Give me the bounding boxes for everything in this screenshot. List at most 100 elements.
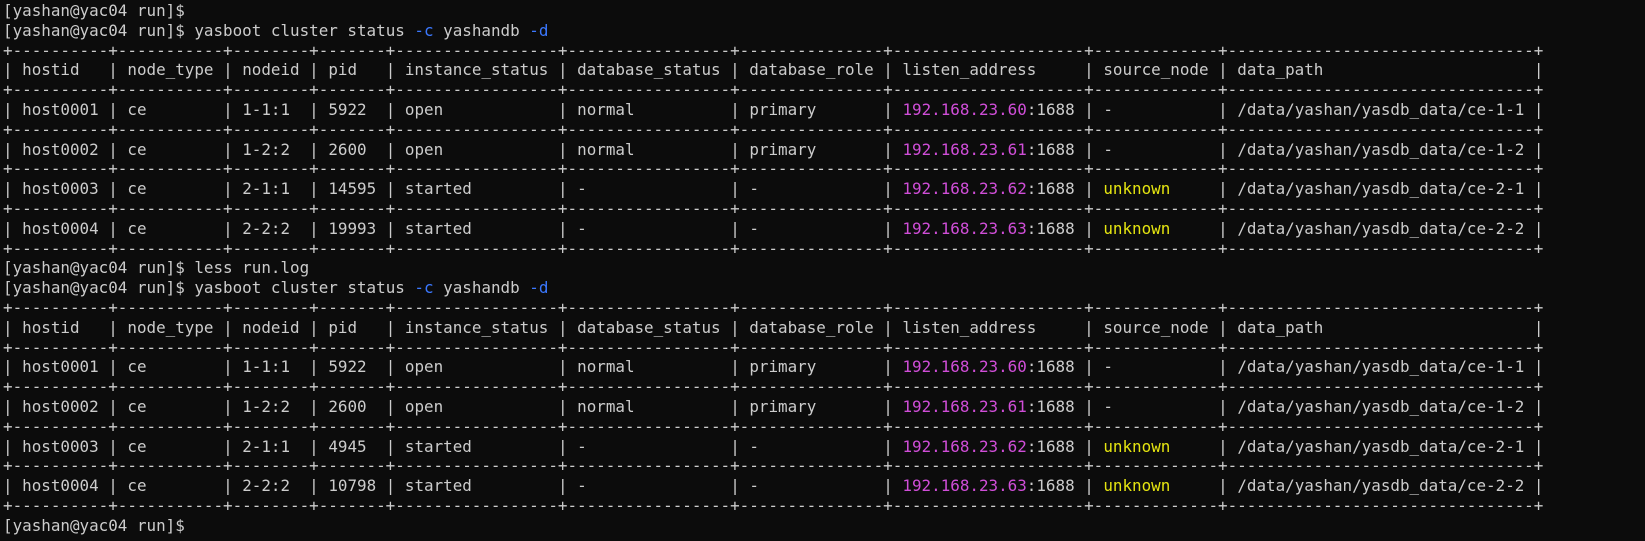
cell-database-role: - bbox=[749, 476, 759, 496]
cell-nodeid: 2-2:2 bbox=[242, 476, 291, 496]
prompt-line: [yashan@yac04 run]$ less run.log bbox=[3, 258, 1645, 278]
command-argument: yashandb bbox=[443, 278, 520, 298]
column-header-source-node: source_node bbox=[1103, 60, 1209, 80]
cell-data-path: /data/yashan/yasdb_data/ce-2-1 bbox=[1237, 436, 1525, 456]
cell-pid: 5922 bbox=[328, 357, 367, 377]
table-border-line: +----------+-----------+--------+-------… bbox=[3, 119, 1544, 139]
column-header-instance-status: instance_status bbox=[404, 317, 549, 337]
cell-node-type: ce bbox=[127, 139, 147, 159]
cell-listen-ip: 192.168.23.60 bbox=[902, 99, 1027, 119]
cell-nodeid: 1-1:1 bbox=[242, 99, 291, 119]
cell-instance-status: open bbox=[404, 99, 444, 119]
cell-nodeid: 1-2:2 bbox=[242, 139, 291, 159]
table-row: | host0001 | ce | 1-1:1 | 5922 | open | … bbox=[3, 357, 1544, 377]
column-header-node-type: node_type bbox=[127, 317, 214, 337]
cell-listen-port: :1688 bbox=[1026, 357, 1075, 377]
cell-node-type: ce bbox=[127, 179, 147, 199]
cell-node-type: ce bbox=[127, 396, 147, 416]
column-header-database-status: database_status bbox=[577, 60, 721, 80]
table-border: +----------+-----------+--------+-------… bbox=[3, 41, 1645, 61]
column-header-hostid: hostid bbox=[22, 60, 80, 80]
cell-database-role: primary bbox=[749, 139, 817, 159]
cell-data-path: /data/yashan/yasdb_data/ce-1-1 bbox=[1237, 99, 1525, 119]
table-border-line: +----------+-----------+--------+-------… bbox=[3, 495, 1544, 515]
cell-database-status: - bbox=[577, 476, 587, 496]
cell-data-path: /data/yashan/yasdb_data/ce-1-1 bbox=[1237, 357, 1525, 377]
cell-listen-ip: 192.168.23.62 bbox=[902, 179, 1027, 199]
shell-prompt: [yashan@yac04 run]$ bbox=[3, 1, 185, 20]
command-option: -d bbox=[529, 20, 549, 40]
cell-database-status: normal bbox=[577, 357, 635, 377]
column-header-nodeid: nodeid bbox=[242, 60, 300, 80]
table-header: | hostid | node_type | nodeid | pid | in… bbox=[3, 317, 1544, 337]
command-text: less run.log bbox=[184, 258, 310, 278]
cell-source-node: unknown bbox=[1103, 179, 1171, 199]
cell-hostid: host0004 bbox=[22, 218, 99, 238]
cell-database-status: normal bbox=[577, 99, 635, 119]
prompt-line: [yashan@yac04 run]$ yasboot cluster stat… bbox=[3, 21, 1645, 41]
cell-listen-port: :1688 bbox=[1026, 179, 1075, 199]
table-border: +----------+-----------+--------+-------… bbox=[3, 377, 1645, 397]
cell-database-status: - bbox=[577, 436, 587, 456]
shell-prompt: [yashan@yac04 run]$ bbox=[3, 278, 185, 298]
table-border-line: +----------+-----------+--------+-------… bbox=[3, 80, 1544, 100]
table-row: | host0002 | ce | 1-2:2 | 2600 | open | … bbox=[3, 139, 1544, 159]
table-border: +----------+-----------+--------+-------… bbox=[3, 298, 1645, 318]
cell-listen-port: :1688 bbox=[1026, 396, 1075, 416]
cell-instance-status: started bbox=[404, 436, 472, 456]
shell-prompt: [yashan@yac04 run]$ bbox=[3, 258, 185, 278]
cell-listen-ip: 192.168.23.63 bbox=[902, 218, 1027, 238]
cell-listen-ip: 192.168.23.63 bbox=[902, 476, 1027, 496]
cell-pid: 10798 bbox=[328, 476, 377, 496]
cell-listen-ip: 192.168.23.60 bbox=[902, 357, 1027, 377]
cell-instance-status: started bbox=[404, 476, 472, 496]
cell-hostid: host0003 bbox=[22, 179, 99, 199]
table-border: +----------+-----------+--------+-------… bbox=[3, 456, 1645, 476]
table-border: +----------+-----------+--------+-------… bbox=[3, 80, 1645, 100]
cell-hostid: host0001 bbox=[22, 357, 99, 377]
prompt-line: [yashan@yac04 run]$ yasboot cluster stat… bbox=[3, 278, 1645, 298]
cell-listen-port: :1688 bbox=[1026, 218, 1075, 238]
cell-pid: 2600 bbox=[328, 396, 367, 416]
command-option: -c bbox=[414, 278, 434, 298]
cell-listen-ip: 192.168.23.62 bbox=[902, 436, 1027, 456]
cell-hostid: host0001 bbox=[22, 99, 99, 119]
cell-database-role: primary bbox=[749, 357, 817, 377]
cell-database-role: primary bbox=[749, 396, 817, 416]
table-row: | host0003 | ce | 2-1:1 | 4945 | started… bbox=[3, 436, 1544, 456]
table-border-line: +----------+-----------+--------+-------… bbox=[3, 456, 1544, 476]
column-header-hostid: hostid bbox=[22, 317, 80, 337]
table-border-line: +----------+-----------+--------+-------… bbox=[3, 198, 1544, 218]
column-header-pid: pid bbox=[328, 60, 358, 80]
column-header-pid: pid bbox=[328, 317, 358, 337]
cell-node-type: ce bbox=[127, 99, 147, 119]
column-header-node-type: node_type bbox=[127, 60, 214, 80]
column-header-data-path: data_path bbox=[1237, 60, 1324, 80]
cell-nodeid: 2-2:2 bbox=[242, 218, 291, 238]
table-border-line: +----------+-----------+--------+-------… bbox=[3, 337, 1544, 357]
table-header: | hostid | node_type | nodeid | pid | in… bbox=[3, 60, 1544, 80]
cell-database-status: normal bbox=[577, 139, 635, 159]
table-border-line: +----------+-----------+--------+-------… bbox=[3, 416, 1544, 436]
table-border: +----------+-----------+--------+-------… bbox=[3, 496, 1645, 516]
cell-pid: 5922 bbox=[328, 99, 367, 119]
shell-prompt: [yashan@yac04 run]$ bbox=[3, 20, 185, 40]
cell-database-role: - bbox=[749, 218, 759, 238]
cell-source-node: - bbox=[1103, 99, 1113, 119]
cell-database-role: - bbox=[749, 179, 759, 199]
table-border-line: +----------+-----------+--------+-------… bbox=[3, 377, 1544, 397]
table-row: | host0003 | ce | 2-1:1 | 14595 | starte… bbox=[3, 179, 1544, 199]
prompt-line: [yashan@yac04 run]$ bbox=[3, 1, 1645, 21]
cell-pid: 19993 bbox=[328, 218, 377, 238]
terminal-window[interactable]: [yashan@yac04 run]$ [yashan@yac04 run]$ y… bbox=[0, 0, 1645, 541]
column-header-listen-address: listen_address bbox=[902, 317, 1037, 337]
column-header-data-path: data_path bbox=[1237, 317, 1324, 337]
cell-source-node: unknown bbox=[1103, 218, 1171, 238]
table-border-line: +----------+-----------+--------+-------… bbox=[3, 238, 1544, 258]
cell-data-path: /data/yashan/yasdb_data/ce-1-2 bbox=[1237, 139, 1525, 159]
command-text: yasboot cluster status bbox=[184, 278, 405, 298]
table-border-line: +----------+-----------+--------+-------… bbox=[3, 159, 1544, 179]
cell-instance-status: open bbox=[404, 139, 444, 159]
command-option: -d bbox=[529, 278, 549, 298]
column-header-database-status: database_status bbox=[577, 317, 721, 337]
